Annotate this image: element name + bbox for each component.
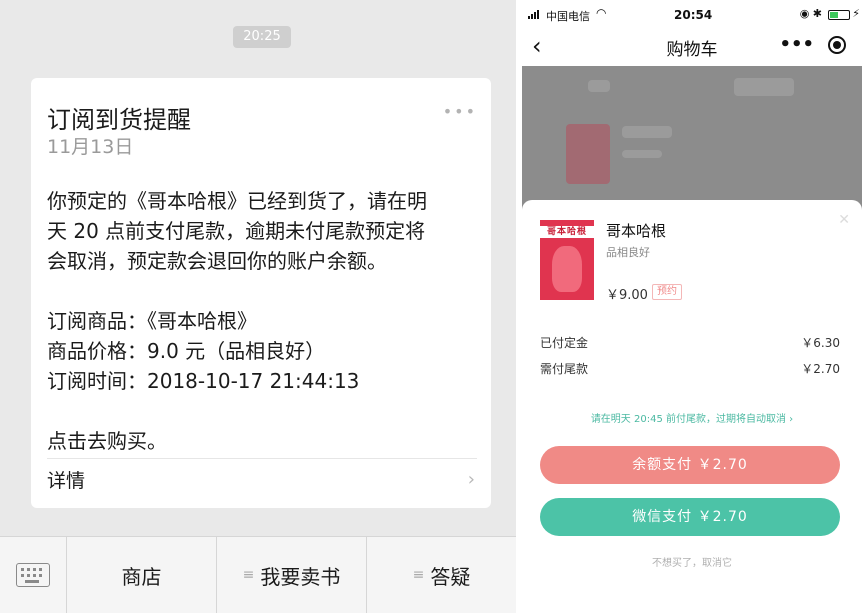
status-clock: 20:54 <box>674 8 713 22</box>
book-condition: 品相良好 <box>606 246 650 259</box>
paid-label: 已付定金 <box>540 336 589 350</box>
pay-with-wechat-button[interactable]: 微信支付 ￥2.70 <box>540 498 840 536</box>
charging-icon: ⚡ <box>852 7 860 20</box>
battery-icon <box>828 10 850 20</box>
notification-card[interactable]: 订阅到货提醒 11月13日 ••• 你预定的《哥本哈根》已经到货了，请在明 天 … <box>31 78 491 508</box>
deadline-notice[interactable]: 请在明天 20:45 前付尾款，过期将自动取消 › <box>522 410 862 425</box>
close-miniprogram-icon[interactable] <box>828 36 846 54</box>
card-body: 你预定的《哥本哈根》已经到货了，请在明 天 20 点前支付尾款，逾期未付尾款预定… <box>47 186 481 456</box>
chevron-right-icon: › <box>467 469 475 490</box>
wifi-icon: ◠ <box>596 6 607 20</box>
details-link[interactable]: 详情 <box>47 466 85 493</box>
more-icon[interactable]: ••• <box>443 102 477 121</box>
list-icon: ≡ <box>242 567 255 583</box>
book-cover-image: 哥本哈根 <box>540 220 594 300</box>
menu-faq-label: 答疑 <box>430 564 471 589</box>
nav-bar: ‹ 购物车 ••• <box>522 30 862 66</box>
due-label: 需付尾款 <box>540 362 589 376</box>
more-icon[interactable]: ••• <box>779 34 814 55</box>
menu-shop-label: 商店 <box>121 564 162 589</box>
bottom-menu: 商店 ≡ 我要卖书 ≡ 答疑 <box>0 536 516 613</box>
body-line: 你预定的《哥本哈根》已经到货了，请在明 <box>47 189 427 213</box>
balance-due-row: 需付尾款 ￥2.70 <box>540 360 840 377</box>
dimmed-background[interactable] <box>522 66 862 216</box>
carrier-name: 中国电信 <box>546 10 590 23</box>
close-icon[interactable]: ✕ <box>838 212 850 228</box>
payment-sheet: ✕ 哥本哈根 哥本哈根 品相良好 ￥9.00 预约 已付定金 ￥6.30 需付尾… <box>522 200 862 613</box>
due-value: ￥2.70 <box>801 362 840 376</box>
pay-with-balance-button[interactable]: 余额支付 ￥2.70 <box>540 446 840 484</box>
cancel-order-link[interactable]: 不想买了，取消它 <box>522 554 862 569</box>
body-line: 会取消，预定款会退回你的账户余额。 <box>47 249 387 273</box>
cta-line: 点击去购买。 <box>47 429 167 453</box>
menu-sell-books[interactable]: ≡ 我要卖书 <box>217 537 367 613</box>
signal-icon <box>528 10 539 19</box>
keyboard-icon <box>16 563 50 587</box>
item-line: 订阅商品：《哥本哈根》 <box>47 309 257 333</box>
keyboard-toggle[interactable] <box>0 537 67 613</box>
status-bar: 中国电信 ◠ 20:54 ◉ ✱ ⚡ <box>522 0 862 30</box>
card-date: 11月13日 <box>47 136 134 158</box>
preorder-badge: 预约 <box>652 284 682 300</box>
body-line: 天 20 点前支付尾款，逾期未付尾款预定将 <box>47 219 426 243</box>
divider <box>47 458 477 459</box>
menu-faq[interactable]: ≡ 答疑 <box>367 537 516 613</box>
cover-title: 哥本哈根 <box>540 226 594 238</box>
timestamp-chip: 20:25 <box>233 26 291 48</box>
menu-shop[interactable]: 商店 <box>67 537 217 613</box>
paid-deposit-row: 已付定金 ￥6.30 <box>540 334 840 351</box>
book-price: ￥9.00 <box>606 288 648 303</box>
list-icon: ≡ <box>412 567 425 583</box>
time-line: 订阅时间：2018-10-17 21:44:13 <box>47 369 360 393</box>
price-line: 商品价格：9.0 元（品相良好） <box>47 339 326 363</box>
paid-value: ￥6.30 <box>801 336 840 350</box>
menu-sell-label: 我要卖书 <box>260 564 341 589</box>
chat-panel: 20:25 订阅到货提醒 11月13日 ••• 你预定的《哥本哈根》已经到货了，… <box>0 0 516 613</box>
cover-art <box>552 246 582 292</box>
system-icons: ◉ ✱ <box>799 7 822 20</box>
book-name: 哥本哈根 <box>606 222 667 240</box>
phone-screen: 中国电信 ◠ 20:54 ◉ ✱ ⚡ ‹ 购物车 ••• ✕ 哥本哈根 哥本哈根… <box>522 0 862 613</box>
card-title: 订阅到货提醒 <box>47 106 191 134</box>
